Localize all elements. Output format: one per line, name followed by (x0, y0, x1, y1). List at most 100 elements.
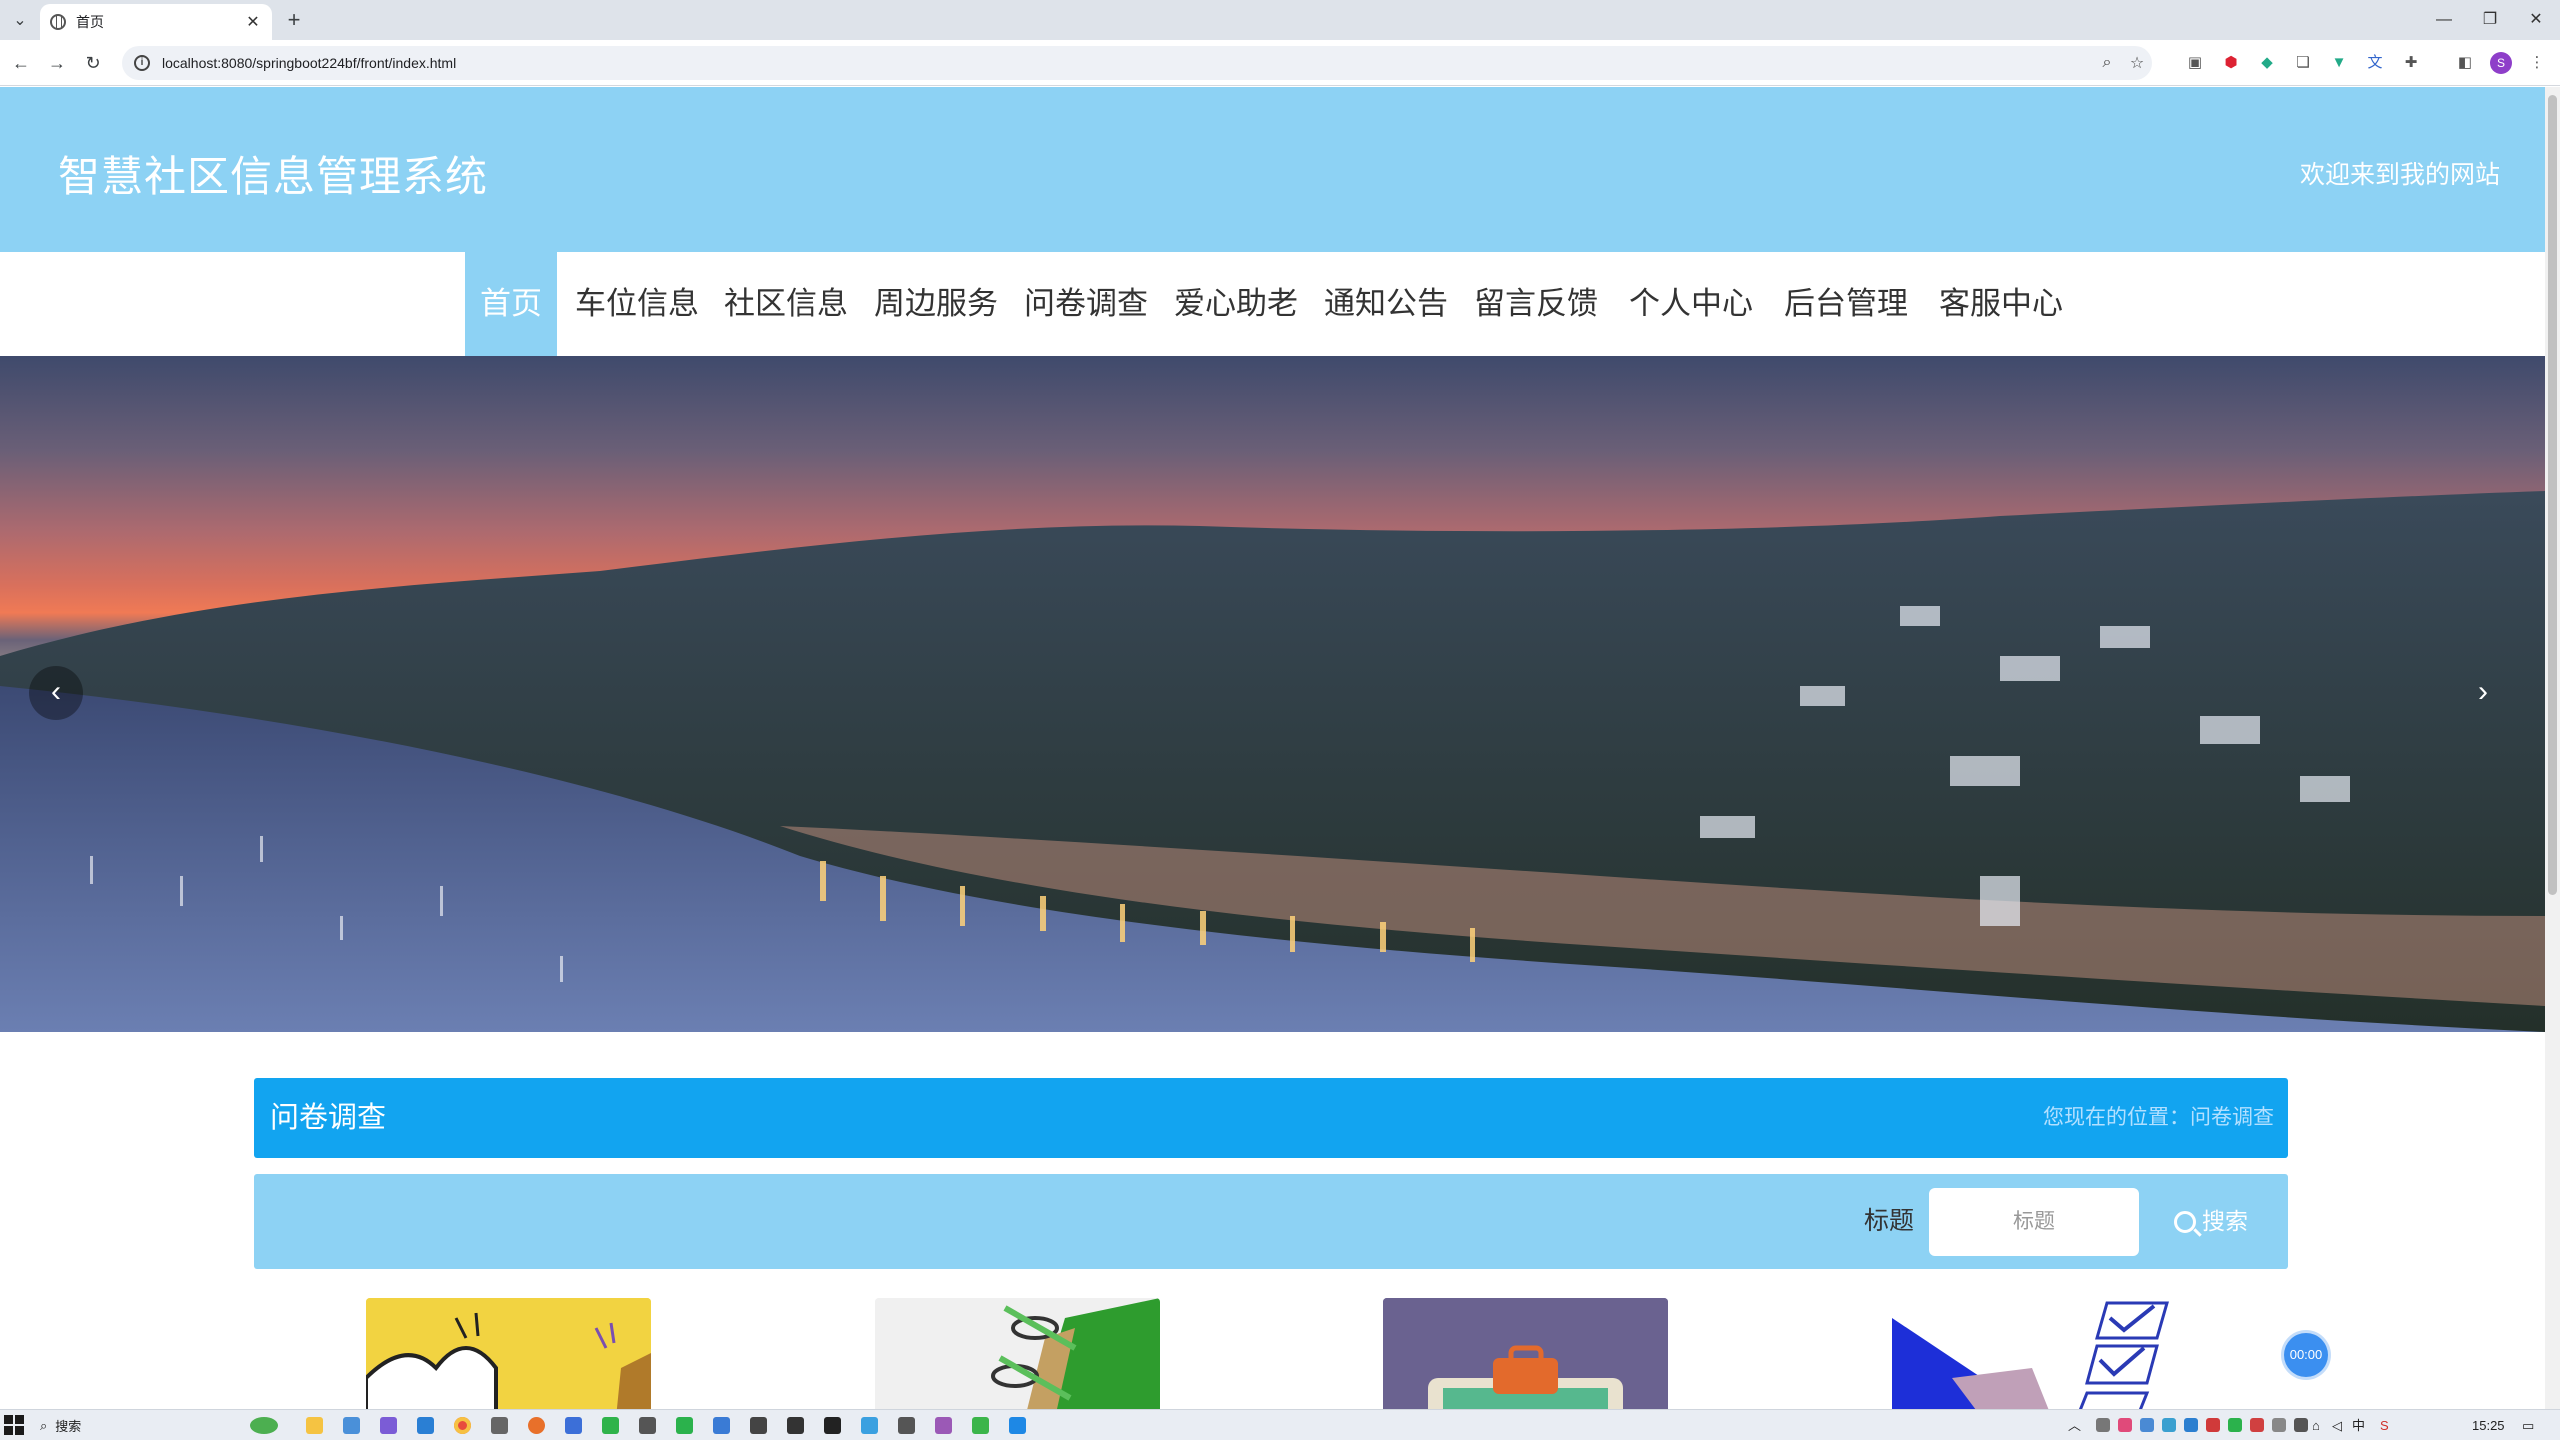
app-icon[interactable] (676, 1417, 693, 1434)
green-extension-icon[interactable]: ◆ (2256, 52, 2278, 74)
nav-item-customer-service[interactable]: 客服中心 (1935, 252, 2067, 356)
ime-s-icon[interactable]: S (2380, 1410, 2389, 1441)
windows-start-icon[interactable] (4, 1415, 24, 1435)
browser-menu-icon[interactable]: ⋮ (2526, 52, 2548, 74)
app-icon[interactable] (861, 1417, 878, 1434)
app-icon[interactable] (565, 1417, 582, 1434)
shield-extension-icon[interactable]: ⬢ (2220, 52, 2242, 74)
nav-item-admin[interactable]: 后台管理 (1780, 252, 1912, 356)
tray-icon[interactable] (2096, 1418, 2110, 1432)
search-label: 标题 (1864, 1207, 1915, 1235)
survey-card-image[interactable] (1892, 1298, 2177, 1409)
new-tab-button[interactable]: + (280, 6, 308, 34)
network-icon[interactable]: ⌂ (2312, 1410, 2320, 1441)
chat-icon[interactable] (750, 1417, 767, 1434)
tray-icon[interactable] (2294, 1418, 2308, 1432)
section-title: 问卷调查 (270, 1102, 387, 1134)
nav-item-nearby-services[interactable]: 周边服务 (870, 252, 1002, 356)
app-icon[interactable] (417, 1417, 434, 1434)
firefox-icon[interactable] (528, 1417, 545, 1434)
tab-search-dropdown-icon[interactable]: ⌄ (8, 8, 32, 32)
search-button-label: 搜索 (2202, 1208, 2248, 1234)
survey-illustration-4 (1892, 1298, 2177, 1409)
settings-icon[interactable] (491, 1417, 508, 1434)
vscode-icon[interactable] (1009, 1417, 1026, 1434)
vue-devtools-icon[interactable]: ▼ (2328, 52, 2350, 74)
weather-globe-icon[interactable] (250, 1417, 278, 1434)
app-icon[interactable] (898, 1417, 915, 1434)
app-icon[interactable] (713, 1417, 730, 1434)
title-search-input[interactable] (1929, 1188, 2139, 1256)
app-icon[interactable] (639, 1417, 656, 1434)
volume-icon[interactable]: ◁ (2332, 1410, 2342, 1441)
nav-item-home[interactable]: 首页 (465, 252, 557, 356)
banner-carousel[interactable]: ‹ › (0, 356, 2545, 1032)
nav-item-user-center[interactable]: 个人中心 (1625, 252, 1757, 356)
app-icon[interactable] (787, 1417, 804, 1434)
survey-illustration-2 (875, 1298, 1160, 1409)
bookmark-star-icon[interactable]: ☆ (2122, 53, 2152, 73)
nav-item-community[interactable]: 社区信息 (720, 252, 852, 356)
tray-icon[interactable] (2118, 1418, 2132, 1432)
tray-icon[interactable] (2184, 1418, 2198, 1432)
extensions-puzzle-icon[interactable]: ✚ (2400, 52, 2422, 74)
chrome-icon[interactable] (454, 1417, 471, 1434)
survey-illustration-1 (366, 1298, 651, 1409)
back-icon[interactable]: ← (8, 50, 34, 76)
search-bar: 标题 搜索 (254, 1174, 2288, 1269)
survey-card-image[interactable] (1383, 1298, 1668, 1409)
taskbar-clock[interactable]: 15:25 (2472, 1410, 2505, 1441)
site-info-icon[interactable]: i (134, 55, 150, 71)
browser-toolbar: ← → ↻ i localhost:8080/springboot224bf/f… (0, 40, 2560, 86)
close-window-button[interactable]: ✕ (2516, 4, 2556, 36)
url-text[interactable]: localhost:8080/springboot224bf/front/ind… (162, 55, 2092, 71)
ime-indicator[interactable]: 中 (2352, 1410, 2365, 1441)
survey-card-image[interactable] (366, 1298, 651, 1409)
reload-icon[interactable]: ↻ (80, 50, 106, 76)
app-icon[interactable] (972, 1417, 989, 1434)
store-icon[interactable] (343, 1417, 360, 1434)
welcome-text: 欢迎来到我的网站 (2299, 161, 2500, 189)
tray-icon[interactable] (2272, 1418, 2286, 1432)
carousel-prev-button[interactable]: ‹ (29, 666, 83, 720)
tray-icon[interactable] (2206, 1418, 2220, 1432)
timer-badge[interactable]: 00:00 (2284, 1333, 2328, 1377)
taskbar-search[interactable]: ⌕ 搜索 (40, 1414, 280, 1437)
survey-card-image[interactable] (875, 1298, 1160, 1409)
tab-title: 首页 (76, 14, 104, 30)
profile-avatar[interactable]: S (2490, 52, 2512, 74)
translate-extension-icon[interactable]: 文 (2364, 52, 2386, 74)
nav-item-elderly-care[interactable]: 爱心助老 (1170, 252, 1302, 356)
app-icon[interactable] (935, 1417, 952, 1434)
browser-tab-active[interactable]: 首页 ✕ (40, 4, 272, 40)
file-explorer-icon[interactable] (306, 1417, 323, 1434)
minimize-button[interactable]: — (2424, 4, 2464, 36)
app-icon[interactable] (380, 1417, 397, 1434)
forward-icon[interactable]: → (44, 50, 70, 76)
tray-icon[interactable] (2228, 1418, 2242, 1432)
copy-extension-icon[interactable]: ❏ (2292, 52, 2314, 74)
side-panel-icon[interactable]: ◧ (2454, 52, 2476, 74)
tray-overflow-icon[interactable]: ︿ (2068, 1410, 2081, 1441)
wechat-icon[interactable] (602, 1417, 619, 1434)
page-scrollbar[interactable] (2545, 87, 2560, 1409)
tray-icon[interactable] (2250, 1418, 2264, 1432)
intellij-icon[interactable] (824, 1417, 841, 1434)
scrollbar-thumb[interactable] (2548, 95, 2557, 895)
zoom-icon[interactable]: ⌕ (2092, 54, 2122, 72)
carousel-next-button[interactable]: › (2456, 666, 2510, 720)
nav-item-feedback[interactable]: 留言反馈 (1470, 252, 1602, 356)
notification-icon[interactable]: ▭ (2522, 1410, 2534, 1441)
restore-button[interactable]: ❐ (2470, 4, 2510, 36)
screenshot-extension-icon[interactable]: ▣ (2184, 52, 2206, 74)
address-bar[interactable]: i localhost:8080/springboot224bf/front/i… (122, 46, 2152, 80)
nav-item-survey[interactable]: 问卷调查 (1020, 252, 1152, 356)
tray-icon[interactable] (2162, 1418, 2176, 1432)
tray-icon[interactable] (2140, 1418, 2154, 1432)
nav-item-notices[interactable]: 通知公告 (1320, 252, 1452, 356)
banner-image (0, 491, 2545, 1032)
nav-item-parking[interactable]: 车位信息 (571, 252, 703, 356)
search-button[interactable]: 搜索 (2174, 1174, 2248, 1269)
tab-close-icon[interactable]: ✕ (244, 12, 262, 32)
globe-icon (50, 14, 66, 30)
